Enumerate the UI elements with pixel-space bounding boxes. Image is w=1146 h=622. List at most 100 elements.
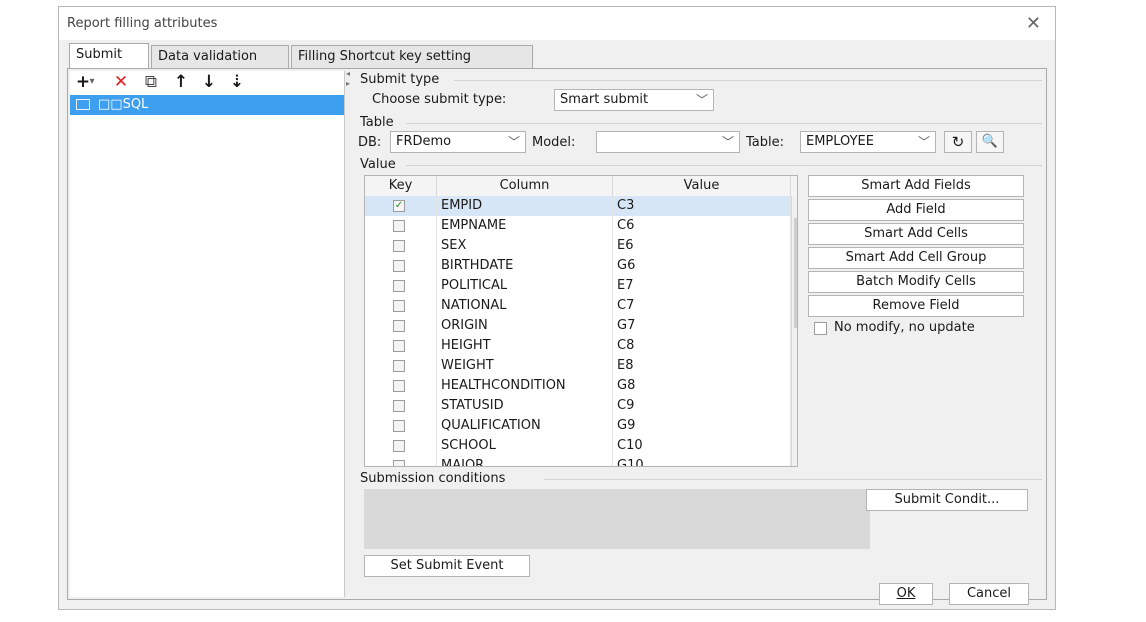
refresh-button[interactable]: ↻	[944, 131, 972, 153]
submit-type-value: Smart submit	[560, 92, 649, 107]
key-checkbox[interactable]	[393, 460, 405, 466]
table-row[interactable]: HEALTHCONDITION G8	[365, 376, 791, 396]
refresh-icon: ↻	[951, 133, 965, 151]
chevron-down-icon: ﹀	[917, 135, 930, 149]
key-checkbox[interactable]	[393, 280, 405, 292]
table-value: EMPLOYEE	[806, 134, 874, 149]
move-up-icon[interactable]: ↑	[170, 71, 192, 93]
key-checkbox[interactable]	[393, 220, 405, 232]
key-checkbox[interactable]	[393, 420, 405, 432]
add-dropdown-icon[interactable]: ▾	[86, 71, 98, 93]
value-cell[interactable]: C9	[613, 396, 791, 416]
key-checkbox[interactable]	[393, 380, 405, 392]
set-submit-event-button[interactable]: Set Submit Event	[364, 555, 530, 577]
key-checkbox[interactable]: ✓	[393, 200, 405, 212]
no-modify-label: No modify, no update	[834, 320, 975, 335]
column-cell: NATIONAL	[437, 296, 613, 316]
table-select[interactable]: EMPLOYEE ﹀	[800, 131, 936, 153]
table-row[interactable]: NATIONAL C7	[365, 296, 791, 316]
key-checkbox[interactable]	[393, 440, 405, 452]
smart-add-fields-button[interactable]: Smart Add Fields	[808, 175, 1024, 197]
field-mapping-table: Key Column Value ✓ EMPID C3 EMPNAME C6 SEX E6 B…	[364, 175, 798, 467]
key-checkbox[interactable]	[393, 260, 405, 272]
choose-submit-type-label: Choose submit type:	[372, 92, 507, 107]
value-cell[interactable]: C3	[613, 196, 791, 216]
value-cell[interactable]: E8	[613, 356, 791, 376]
table-row[interactable]: QUALIFICATION G9	[365, 416, 791, 436]
scroll-down-icon[interactable]: ﹀	[792, 448, 797, 466]
close-icon[interactable]: ✕	[1026, 13, 1041, 34]
smart-add-cell-group-button[interactable]: Smart Add Cell Group	[808, 247, 1024, 269]
table-label: Table:	[746, 135, 784, 150]
value-cell[interactable]: E6	[613, 236, 791, 256]
key-cell	[365, 276, 437, 296]
table-row[interactable]: ORIGIN G7	[365, 316, 791, 336]
table-row[interactable]: STATUSID C9	[365, 396, 791, 416]
column-cell: EMPID	[437, 196, 613, 216]
tree-item-sql[interactable]: □□SQL	[70, 95, 344, 115]
value-cell[interactable]: E7	[613, 276, 791, 296]
value-cell[interactable]: G9	[613, 416, 791, 436]
table-row[interactable]: ✓ EMPID C3	[365, 196, 791, 216]
key-checkbox[interactable]	[393, 360, 405, 372]
db-select[interactable]: FRDemo ﹀	[390, 131, 526, 153]
column-cell: MAJOR	[437, 456, 613, 466]
ok-button[interactable]: OK	[879, 583, 933, 605]
key-checkbox[interactable]	[393, 240, 405, 252]
submit-type-section-label: Submit type	[360, 72, 440, 87]
key-checkbox[interactable]	[393, 400, 405, 412]
table-row[interactable]: SEX E6	[365, 236, 791, 256]
splitter-handle[interactable]: ◂ ▸	[346, 69, 352, 99]
table-row[interactable]: WEIGHT E8	[365, 356, 791, 376]
preview-button[interactable]: 🔍	[976, 131, 1004, 153]
table-row[interactable]: MAJOR G10	[365, 456, 791, 466]
list-toolbar: + ▾ ✕ ⧉ ↑ ↓ ⇣	[70, 71, 344, 93]
no-modify-checkbox[interactable]	[814, 322, 827, 335]
scroll-up-icon[interactable]: ︿	[792, 196, 797, 216]
value-cell[interactable]: G10	[613, 456, 791, 466]
value-cell[interactable]: C7	[613, 296, 791, 316]
table-row[interactable]: BIRTHDATE G6	[365, 256, 791, 276]
chevron-down-icon: ﹀	[721, 135, 734, 149]
key-cell	[365, 376, 437, 396]
column-cell: HEALTHCONDITION	[437, 376, 613, 396]
submit-type-select[interactable]: Smart submit ﹀	[554, 89, 714, 111]
header-key: Key	[365, 176, 437, 196]
table-row[interactable]: HEIGHT C8	[365, 336, 791, 356]
value-cell[interactable]: C10	[613, 436, 791, 456]
header-value: Value	[613, 176, 791, 196]
divider	[454, 80, 1042, 81]
value-cell[interactable]: G7	[613, 316, 791, 336]
value-cell[interactable]: G6	[613, 256, 791, 276]
key-checkbox[interactable]	[393, 340, 405, 352]
value-cell[interactable]: C6	[613, 216, 791, 236]
table-row[interactable]: POLITICAL E7	[365, 276, 791, 296]
value-cell[interactable]: C8	[613, 336, 791, 356]
ok-label: OK	[896, 586, 916, 601]
column-cell: WEIGHT	[437, 356, 613, 376]
table-scrollbar[interactable]: ︿ ﹀	[791, 196, 797, 466]
submit-condition-button[interactable]: Submit Condit...	[866, 489, 1028, 511]
value-cell[interactable]: G8	[613, 376, 791, 396]
model-select[interactable]: ﹀	[596, 131, 740, 153]
add-field-button[interactable]: Add Field	[808, 199, 1024, 221]
table-row[interactable]: SCHOOL C10	[365, 436, 791, 456]
delete-icon[interactable]: ✕	[110, 71, 132, 93]
copy-icon[interactable]: ⧉	[140, 71, 162, 93]
cancel-button[interactable]: Cancel	[949, 583, 1029, 605]
key-checkbox[interactable]	[393, 320, 405, 332]
table-row[interactable]: EMPNAME C6	[365, 216, 791, 236]
move-down-icon[interactable]: ↓	[198, 71, 220, 93]
column-cell: STATUSID	[437, 396, 613, 416]
batch-modify-cells-button[interactable]: Batch Modify Cells	[808, 271, 1024, 293]
key-checkbox[interactable]	[393, 300, 405, 312]
tab-filling-shortcut[interactable]: Filling Shortcut key setting	[291, 45, 533, 69]
scroll-thumb[interactable]	[794, 218, 797, 328]
tab-submit[interactable]: Submit	[69, 43, 149, 69]
smart-add-cells-button[interactable]: Smart Add Cells	[808, 223, 1024, 245]
report-filling-dialog: Report filling attributes ✕ Submit Data …	[58, 6, 1056, 610]
tab-data-validation[interactable]: Data validation	[151, 45, 289, 69]
remove-field-button[interactable]: Remove Field	[808, 295, 1024, 317]
sort-icon[interactable]: ⇣	[226, 71, 248, 93]
conditions-display	[364, 489, 870, 549]
